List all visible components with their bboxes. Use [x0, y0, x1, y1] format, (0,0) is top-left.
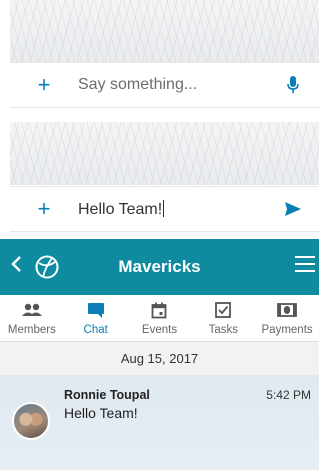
- tab-payments[interactable]: Payments: [255, 295, 319, 341]
- message-input-placeholder: Say something...: [78, 76, 198, 93]
- tab-chat[interactable]: Chat: [64, 295, 128, 341]
- message-time: 5:42 PM: [266, 388, 311, 402]
- calendar-icon: [151, 301, 167, 319]
- tab-members[interactable]: Members: [0, 295, 64, 341]
- add-attachment-icon[interactable]: +: [32, 74, 56, 96]
- background-image-top: [10, 0, 319, 62]
- tab-label: Events: [141, 324, 178, 336]
- tab-label: Tasks: [208, 324, 238, 336]
- tab-tasks[interactable]: Tasks: [191, 295, 255, 341]
- text-caret: [163, 199, 165, 217]
- chat-message[interactable]: Ronnie Toupal Hello Team! 5:42 PM: [0, 375, 319, 470]
- tab-label: Members: [7, 324, 56, 336]
- message-composer-empty: + Say something...: [10, 62, 319, 108]
- hamburger-menu-icon[interactable]: [295, 256, 315, 277]
- tab-events[interactable]: Events: [128, 295, 192, 341]
- app-header: Mavericks: [0, 239, 319, 295]
- members-icon: [21, 301, 43, 319]
- chevron-left-icon[interactable]: [10, 255, 32, 279]
- message-text: Hello Team!: [64, 405, 138, 421]
- background-image-middle: [10, 122, 319, 185]
- message-composer-filled: + Hello Team!: [10, 186, 319, 232]
- message-input-filled[interactable]: Hello Team!: [78, 199, 281, 219]
- message-input-empty[interactable]: Say something...: [78, 76, 281, 94]
- chat-icon: [87, 301, 105, 319]
- microphone-icon[interactable]: [281, 76, 305, 94]
- date-divider: Aug 15, 2017: [0, 342, 319, 375]
- checkbox-icon: [215, 301, 232, 319]
- team-chat-screen: Mavericks Members Chat Events Tasks Paym…: [0, 239, 319, 470]
- date-label: Aug 15, 2017: [120, 351, 199, 366]
- tab-label: Chat: [83, 324, 108, 336]
- message-input-value: Hello Team!: [78, 200, 163, 218]
- tab-bar: Members Chat Events Tasks Payments: [0, 295, 319, 342]
- avatar[interactable]: [12, 402, 50, 440]
- send-icon[interactable]: [281, 201, 305, 217]
- tab-label: Payments: [261, 324, 313, 336]
- team-logo-icon[interactable]: [34, 254, 60, 280]
- payments-icon: [277, 301, 297, 319]
- add-attachment-icon[interactable]: +: [32, 198, 56, 220]
